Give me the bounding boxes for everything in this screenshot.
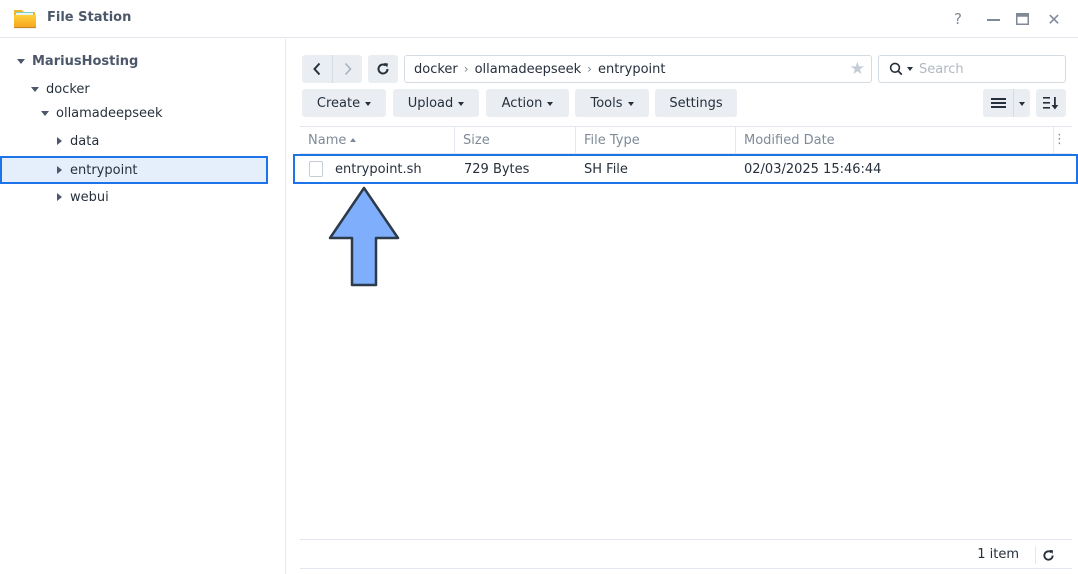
- file-modified-date: 02/03/2025 15:46:44: [744, 161, 882, 177]
- tools-button[interactable]: Tools: [575, 89, 649, 117]
- forward-icon: [344, 62, 352, 76]
- breadcrumb-ollamadeepseek[interactable]: ollamadeepseek: [475, 62, 582, 77]
- upload-button[interactable]: Upload: [393, 89, 479, 117]
- table-row[interactable]: entrypoint.sh 729 Bytes SH File 02/03/20…: [293, 154, 1078, 184]
- tree-item-docker[interactable]: docker: [0, 76, 268, 102]
- view-mode-dropdown[interactable]: [1013, 89, 1030, 117]
- collapse-arrow-icon[interactable]: [54, 165, 64, 175]
- breadcrumb-separator: ›: [463, 62, 469, 76]
- column-label: File Type: [584, 132, 640, 148]
- minimize-button[interactable]: [982, 8, 1004, 30]
- path-breadcrumb-bar[interactable]: docker › ollamadeepseek › entrypoint ★: [404, 55, 872, 83]
- chevron-down-icon: [365, 101, 372, 106]
- breadcrumb-docker[interactable]: docker: [414, 62, 458, 77]
- sort-button[interactable]: [1036, 89, 1066, 117]
- search-box[interactable]: [878, 55, 1066, 83]
- expand-arrow-icon[interactable]: [40, 108, 50, 118]
- chevron-down-icon: [627, 101, 634, 106]
- chevron-down-icon: [458, 101, 465, 106]
- favorite-star-icon[interactable]: ★: [850, 59, 865, 79]
- collapse-arrow-icon[interactable]: [54, 192, 64, 202]
- upload-label: Upload: [407, 95, 454, 111]
- tree-item-label: entrypoint: [70, 162, 138, 178]
- view-mode-toggle: [983, 89, 1030, 117]
- column-header-modified-date[interactable]: Modified Date: [736, 127, 1054, 153]
- status-bar: 1 item: [300, 539, 1072, 569]
- tree-item-mariushosting[interactable]: MariusHosting: [0, 48, 268, 74]
- sort-icon: [1043, 97, 1059, 110]
- tree-item-label: data: [70, 133, 100, 149]
- divider: [1035, 546, 1036, 564]
- tools-label: Tools: [590, 95, 623, 111]
- breadcrumb-separator: ›: [587, 62, 592, 76]
- column-menu-icon[interactable]: ⋮: [1053, 132, 1066, 147]
- tree-item-label: docker: [46, 81, 90, 97]
- search-input[interactable]: [919, 61, 1059, 77]
- list-view-icon: [990, 98, 1006, 108]
- search-icon[interactable]: [889, 61, 905, 77]
- file-name: entrypoint.sh: [335, 161, 422, 177]
- action-button[interactable]: Action: [486, 89, 569, 117]
- close-button[interactable]: ✕: [1043, 8, 1065, 30]
- title-bar: File Station ? ✕: [0, 0, 1078, 38]
- file-type: SH File: [584, 161, 628, 177]
- maximize-button[interactable]: [1011, 8, 1033, 30]
- file-station-folder-icon: [14, 10, 36, 29]
- tree-item-webui[interactable]: webui: [0, 184, 268, 210]
- tree-item-label: ollamadeepseek: [56, 105, 163, 121]
- file-list-header: Name Size File Type Modified Date ⋮: [300, 126, 1072, 154]
- create-label: Create: [316, 95, 361, 111]
- chevron-down-icon: [547, 101, 554, 106]
- settings-button[interactable]: Settings: [655, 89, 737, 117]
- maximize-icon: [1015, 13, 1029, 25]
- back-button[interactable]: [302, 55, 332, 83]
- tree-item-entrypoint[interactable]: entrypoint: [0, 156, 268, 184]
- settings-label: Settings: [669, 95, 723, 111]
- column-header-size[interactable]: Size: [455, 127, 576, 153]
- window-title: File Station: [47, 10, 132, 25]
- create-button[interactable]: Create: [302, 89, 386, 117]
- refresh-icon: [1042, 549, 1054, 561]
- tree-item-ollamadeepseek[interactable]: ollamadeepseek: [0, 100, 268, 126]
- refresh-icon: [377, 63, 389, 75]
- up-arrow-annotation-icon: [328, 186, 400, 287]
- forward-button[interactable]: [332, 55, 362, 83]
- help-button[interactable]: ?: [947, 8, 969, 30]
- sort-ascending-icon: [350, 138, 357, 142]
- folder-tree-sidebar: MariusHosting docker ollamadeepseek data…: [0, 39, 286, 574]
- minimize-icon: [986, 18, 1000, 21]
- expand-arrow-icon[interactable]: [16, 56, 26, 66]
- column-header-name[interactable]: Name: [300, 127, 455, 153]
- help-icon: ?: [954, 10, 962, 28]
- column-header-file-type[interactable]: File Type: [576, 127, 736, 153]
- footer-refresh-button[interactable]: [1040, 546, 1056, 564]
- history-nav: [302, 55, 362, 83]
- close-icon: ✕: [1047, 9, 1061, 29]
- column-label: Name: [308, 132, 347, 148]
- item-count: 1 item: [977, 547, 1019, 562]
- column-label: Size: [463, 132, 490, 148]
- refresh-button[interactable]: [368, 55, 398, 83]
- tree-item-label: MariusHosting: [32, 53, 139, 69]
- list-view-button[interactable]: [983, 89, 1013, 117]
- collapse-arrow-icon[interactable]: [54, 136, 64, 146]
- tree-item-data[interactable]: data: [0, 128, 268, 154]
- action-label: Action: [501, 95, 543, 111]
- column-label: Modified Date: [744, 132, 835, 148]
- search-options-caret-icon[interactable]: [907, 67, 913, 71]
- breadcrumb-entrypoint[interactable]: entrypoint: [598, 62, 666, 77]
- file-size: 729 Bytes: [464, 161, 530, 177]
- expand-arrow-icon[interactable]: [30, 84, 40, 94]
- file-icon: [309, 161, 323, 177]
- back-icon: [313, 62, 321, 76]
- chevron-down-icon: [1019, 101, 1025, 106]
- tree-item-label: webui: [70, 189, 109, 205]
